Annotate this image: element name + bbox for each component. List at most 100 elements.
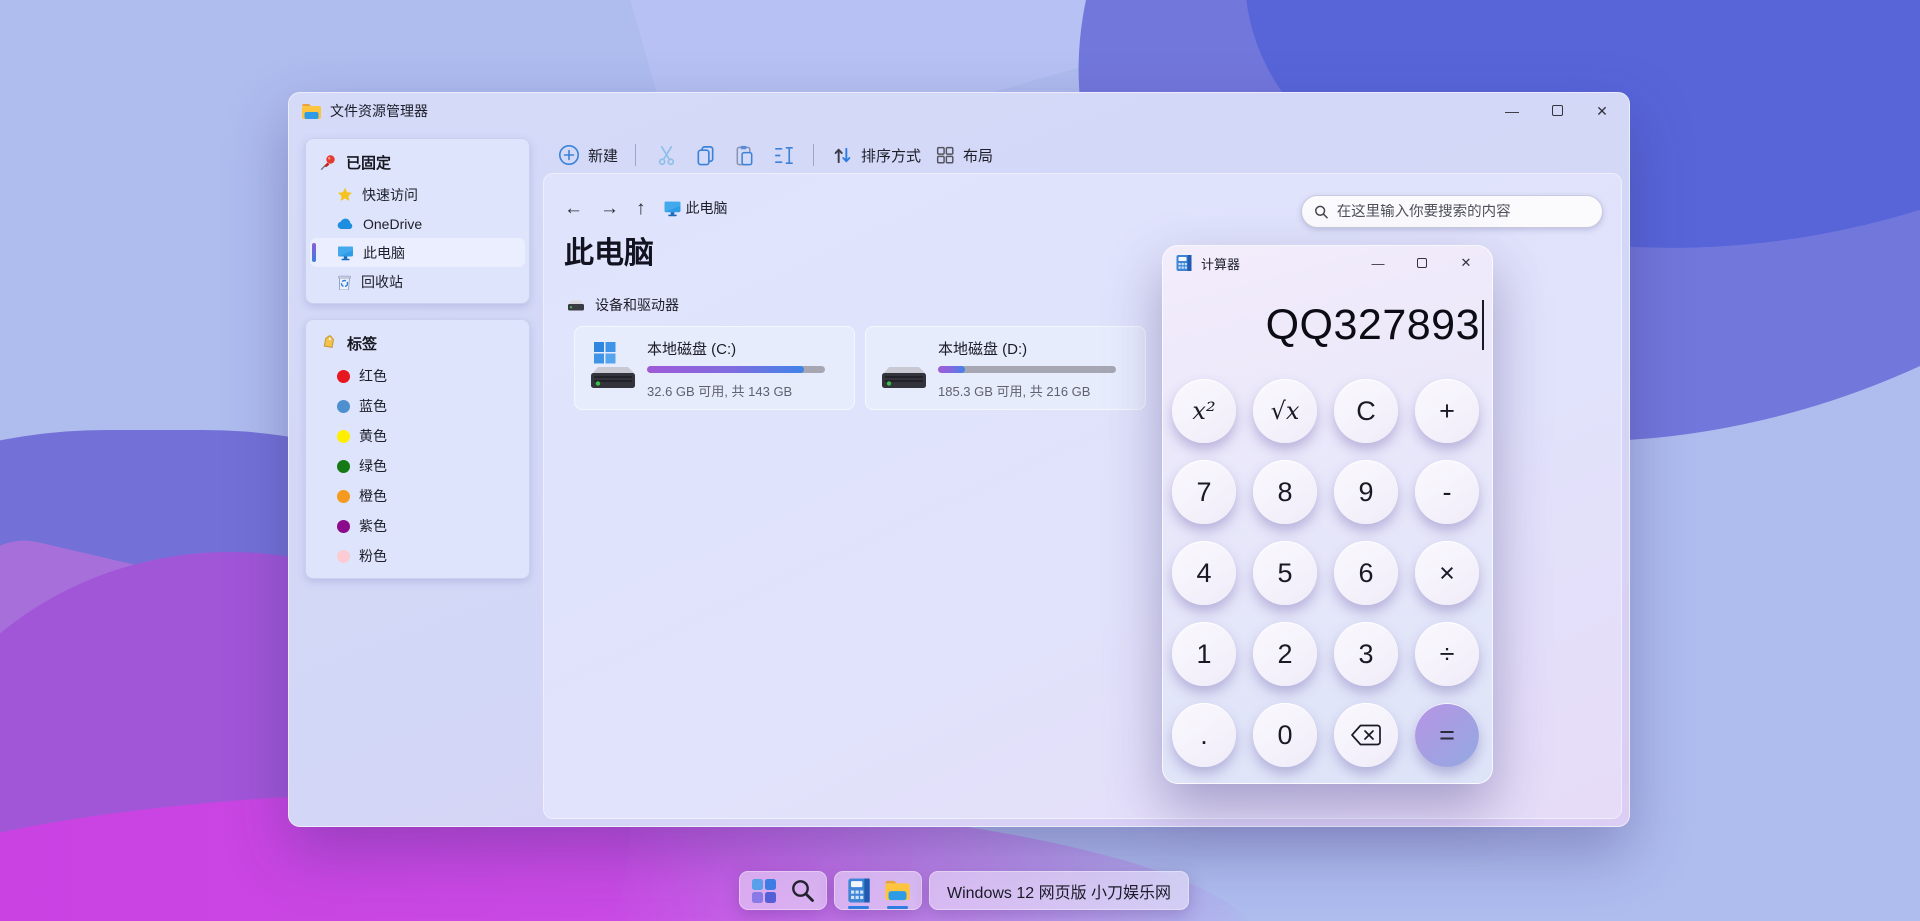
paste-icon — [733, 144, 756, 167]
breadcrumb[interactable]: 此电脑 — [663, 198, 728, 218]
taskbar-search-button[interactable] — [789, 876, 816, 906]
sidebar-tag-orange[interactable]: 橙色 — [310, 481, 525, 511]
key-0[interactable]: 0 — [1253, 703, 1317, 767]
minimize-button[interactable]: — — [1364, 256, 1392, 271]
sidebar-tag-red[interactable]: 红色 — [310, 361, 525, 391]
scissors-icon — [655, 144, 678, 167]
drive-usage-fill — [938, 366, 965, 373]
calculator-icon — [847, 877, 871, 904]
star-icon — [337, 187, 353, 203]
sidebar-tag-blue[interactable]: 蓝色 — [310, 391, 525, 421]
plus-circle-icon — [557, 143, 581, 167]
calculator-icon — [1175, 254, 1193, 272]
key-divide[interactable]: ÷ — [1415, 622, 1479, 686]
drive-info: 185.3 GB 可用, 共 216 GB — [938, 381, 1133, 400]
new-button[interactable]: 新建 — [557, 143, 618, 167]
key-multiply[interactable]: × — [1415, 541, 1479, 605]
sidebar-item-onedrive[interactable]: OneDrive — [310, 209, 525, 238]
key-add[interactable]: + — [1415, 379, 1479, 443]
copy-button[interactable] — [692, 142, 718, 168]
tags-header-label: 标签 — [347, 333, 377, 354]
explorer-titlebar[interactable]: 文件资源管理器 — ✕ — [289, 93, 1629, 129]
key-backspace[interactable] — [1334, 703, 1398, 767]
tag-label: 橙色 — [359, 486, 387, 506]
maximize-button[interactable] — [1542, 103, 1572, 119]
forward-button[interactable]: → — [600, 199, 619, 218]
section-devices-and-drives[interactable]: 设备和驱动器 — [566, 295, 679, 315]
calculator-display[interactable]: QQ327893 — [1173, 294, 1484, 356]
sidebar-tag-green[interactable]: 绿色 — [310, 451, 525, 481]
monitor-icon — [337, 245, 354, 261]
taskbar: Windows 12 网页版 小刀娱乐网 — [739, 871, 1189, 910]
back-button[interactable]: ← — [564, 199, 583, 218]
close-button[interactable]: ✕ — [1452, 255, 1480, 271]
search-icon — [1314, 204, 1329, 220]
key-6[interactable]: 6 — [1334, 541, 1398, 605]
sidebar-tag-purple[interactable]: 紫色 — [310, 511, 525, 541]
drive-c-card[interactable]: 本地磁盘 (C:) 32.6 GB 可用, 共 143 GB — [574, 326, 855, 410]
sidebar-item-label: 回收站 — [361, 272, 403, 292]
cut-button[interactable] — [653, 142, 679, 168]
backspace-icon — [1349, 722, 1383, 748]
cloud-icon — [337, 216, 354, 232]
recycle-bin-icon — [337, 274, 352, 290]
windows-logo-icon — [594, 342, 616, 364]
taskbar-calculator-button[interactable] — [845, 876, 872, 906]
calculator-window: 计算器 — ✕ QQ327893 x² √x C + 7 8 9 - 4 5 6… — [1162, 245, 1493, 784]
key-sqrt[interactable]: √x — [1253, 379, 1317, 443]
page-title: 此电脑 — [564, 228, 654, 272]
up-button[interactable]: ↑ — [636, 199, 646, 218]
sort-arrows-icon — [831, 144, 854, 167]
sidebar-tag-yellow[interactable]: 黄色 — [310, 421, 525, 451]
key-3[interactable]: 3 — [1334, 622, 1398, 686]
key-9[interactable]: 9 — [1334, 460, 1398, 524]
layout-button[interactable]: 布局 — [934, 144, 993, 166]
key-subtract[interactable]: - — [1415, 460, 1479, 524]
tag-color-dot — [337, 370, 350, 383]
toolbar-divider — [635, 144, 636, 166]
sidebar-tag-pink[interactable]: 粉色 — [310, 541, 525, 571]
sort-button[interactable]: 排序方式 — [831, 144, 921, 167]
drive-d-card[interactable]: 本地磁盘 (D:) 185.3 GB 可用, 共 216 GB — [865, 326, 1146, 410]
taskbar-branding-group: Windows 12 网页版 小刀娱乐网 — [929, 871, 1189, 910]
key-5[interactable]: 5 — [1253, 541, 1317, 605]
key-decimal[interactable]: . — [1172, 703, 1236, 767]
tag-label: 红色 — [359, 366, 387, 386]
sidebar-item-this-pc[interactable]: 此电脑 — [310, 238, 525, 267]
taskbar-explorer-button[interactable] — [884, 876, 911, 906]
display-value: QQ327893 — [1266, 301, 1480, 350]
search-box[interactable] — [1301, 195, 1603, 228]
key-7[interactable]: 7 — [1172, 460, 1236, 524]
key-2[interactable]: 2 — [1253, 622, 1317, 686]
close-button[interactable]: ✕ — [1587, 103, 1617, 120]
key-1[interactable]: 1 — [1172, 622, 1236, 686]
paste-button[interactable] — [731, 142, 757, 168]
sidebar-item-quick-access[interactable]: 快速访问 — [310, 180, 525, 209]
sidebar-item-recycle-bin[interactable]: 回收站 — [310, 267, 525, 296]
search-input[interactable] — [1337, 204, 1590, 220]
key-equals[interactable]: = — [1415, 703, 1479, 767]
key-square[interactable]: x² — [1172, 379, 1236, 443]
windows-logo-icon — [751, 878, 777, 904]
drive-icon — [878, 339, 930, 397]
key-4[interactable]: 4 — [1172, 541, 1236, 605]
calculator-titlebar[interactable]: 计算器 — ✕ — [1163, 246, 1492, 280]
calculator-keypad: x² √x C + 7 8 9 - 4 5 6 × 1 2 3 ÷ . 0 — [1172, 379, 1479, 767]
layout-grid-icon — [934, 144, 956, 166]
tag-icon — [320, 335, 338, 352]
rename-button[interactable] — [770, 142, 796, 168]
window-title: 文件资源管理器 — [330, 101, 428, 121]
breadcrumb-label: 此电脑 — [686, 198, 728, 218]
drive-usage-bar — [647, 366, 825, 373]
start-button[interactable] — [750, 876, 777, 906]
minimize-button[interactable]: — — [1497, 103, 1527, 119]
key-8[interactable]: 8 — [1253, 460, 1317, 524]
rename-icon — [772, 144, 795, 167]
maximize-button[interactable] — [1408, 256, 1436, 271]
sidebar-item-label: 快速访问 — [362, 185, 418, 205]
tag-label: 绿色 — [359, 456, 387, 476]
key-clear[interactable]: C — [1334, 379, 1398, 443]
drive-usage-bar — [938, 366, 1116, 373]
explorer-sidebar: 已固定 快速访问 OneDrive — [305, 138, 530, 579]
tag-label: 黄色 — [359, 426, 387, 446]
